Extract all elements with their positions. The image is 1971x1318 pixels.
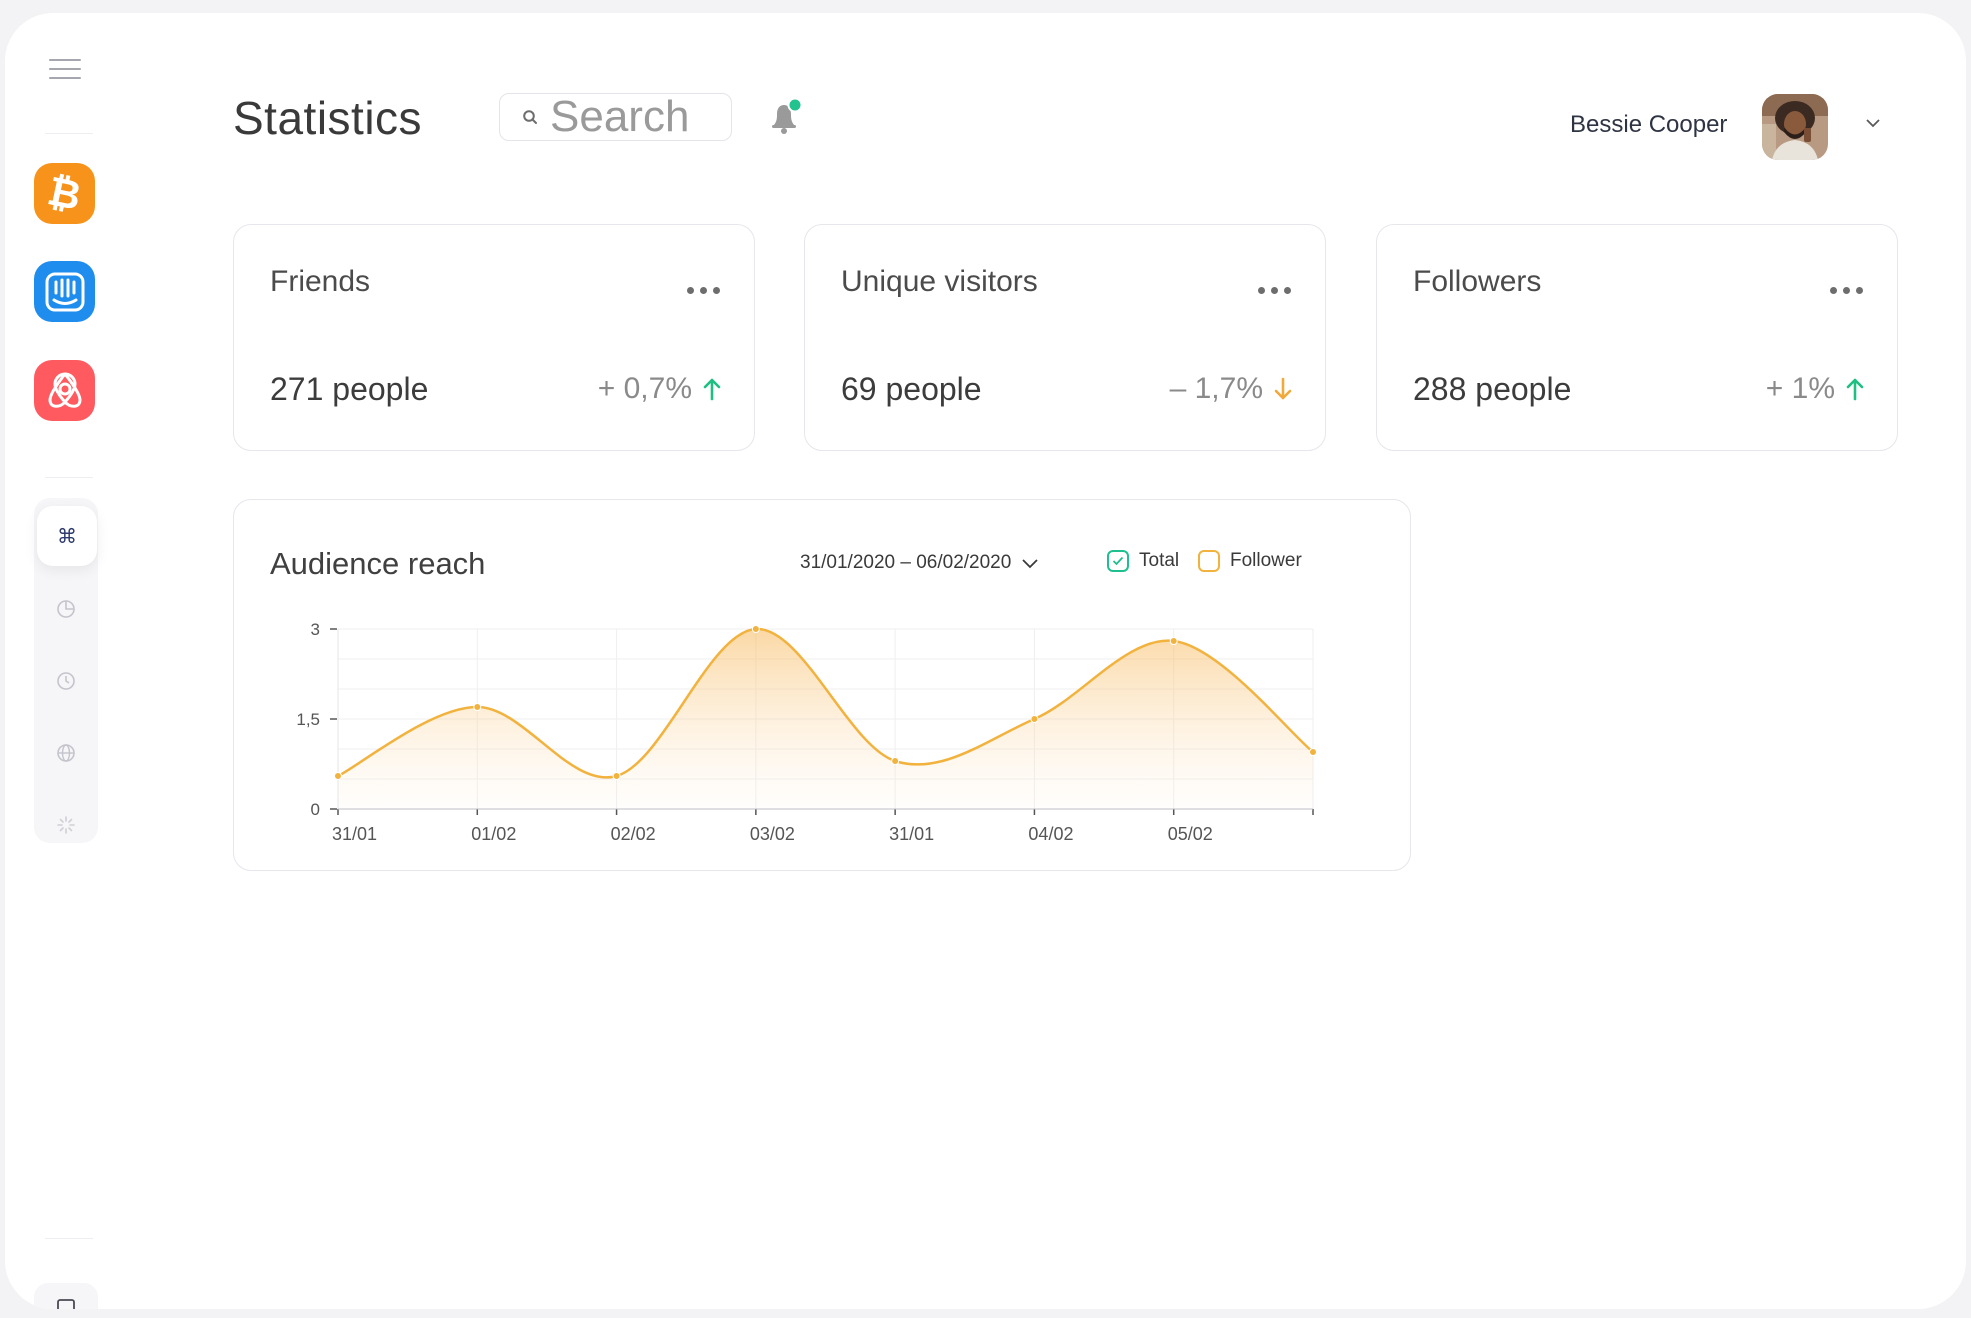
square-icon xyxy=(57,1299,75,1309)
data-point xyxy=(473,703,482,711)
airbnb-app-icon[interactable] xyxy=(34,360,95,421)
stat-label: Followers xyxy=(1413,265,1542,298)
sidebar-divider xyxy=(45,477,93,478)
x-tick-label: 02/02 xyxy=(611,824,656,844)
arrow-down-icon xyxy=(1274,377,1292,400)
chevron-down-icon[interactable] xyxy=(1865,115,1881,133)
legend-label: Follower xyxy=(1230,550,1302,571)
more-options-icon[interactable] xyxy=(1258,281,1291,300)
date-range-picker[interactable]: 31/01/2020 – 06/02/2020 xyxy=(800,552,1039,574)
page-title: Statistics xyxy=(233,92,423,144)
x-tick-label: 31/01 xyxy=(889,824,934,844)
globe-icon[interactable] xyxy=(34,725,98,781)
sidebar-divider xyxy=(45,133,93,134)
clock-icon[interactable] xyxy=(34,653,98,709)
y-tick-label: 1,5 xyxy=(296,710,320,729)
avatar[interactable] xyxy=(1762,94,1828,160)
settings-button[interactable] xyxy=(34,1283,98,1309)
x-tick-label: 05/02 xyxy=(1168,824,1213,844)
search-input[interactable] xyxy=(550,92,710,142)
stat-change: + 0,7% xyxy=(598,372,722,406)
x-tick-label: 01/02 xyxy=(471,824,516,844)
stat-value: 288 people xyxy=(1413,371,1572,407)
chevron-down-icon xyxy=(1022,558,1038,568)
stat-value: 271 people xyxy=(270,371,429,407)
data-point xyxy=(1030,715,1039,723)
legend-label: Total xyxy=(1139,550,1180,571)
y-tick-label: 3 xyxy=(311,620,320,639)
data-point xyxy=(751,625,760,633)
sidebar-divider xyxy=(45,1238,93,1239)
user-name: Bessie Cooper xyxy=(1570,111,1728,138)
data-point xyxy=(1169,637,1178,645)
search-icon xyxy=(522,109,538,125)
legend-total-checkbox[interactable]: Total xyxy=(1107,550,1179,572)
data-point xyxy=(334,772,342,780)
intercom-app-icon[interactable] xyxy=(34,261,95,322)
checkbox-unchecked-icon xyxy=(1198,550,1220,572)
data-point xyxy=(891,757,900,765)
stat-change: – 1,7% xyxy=(1170,372,1293,406)
hamburger-menu-icon[interactable] xyxy=(49,59,81,89)
more-options-icon[interactable] xyxy=(1830,281,1863,300)
x-tick-label: 03/02 xyxy=(750,824,795,844)
stat-change-text: + 0,7% xyxy=(597,372,692,405)
checkbox-checked-icon xyxy=(1107,550,1129,572)
date-range-text: 31/01/2020 – 06/02/2020 xyxy=(800,552,1012,573)
pie-chart-icon[interactable] xyxy=(34,581,98,637)
app-window: ₿ ⌘ Statistics Search Bessie Cooper Frie… xyxy=(5,13,1966,1309)
stat-card-unique-visitors: Unique visitors 69 people – 1,7% xyxy=(804,224,1326,451)
bitcoin-app-icon[interactable]: ₿ xyxy=(34,163,95,224)
y-tick-label: 0 xyxy=(311,800,320,819)
notification-bell-icon[interactable] xyxy=(768,97,804,137)
stat-label: Unique visitors xyxy=(841,265,1038,298)
arrow-up-icon xyxy=(703,378,721,401)
audience-reach-card: 0 1,5 3 31/01 01/02 02/02 03/02 31/01 04/02 05/02… xyxy=(233,499,1411,871)
x-tick-label: 31/01 xyxy=(332,824,377,844)
stat-value: 69 people xyxy=(841,371,982,407)
more-options-icon[interactable] xyxy=(687,281,720,300)
data-point xyxy=(1309,748,1317,756)
stat-change-text: + 1% xyxy=(1765,372,1835,405)
arrow-up-icon xyxy=(1846,378,1864,401)
stat-label: Friends xyxy=(270,265,371,298)
chart-title: Audience reach xyxy=(270,546,486,581)
stat-change: + 1% xyxy=(1766,372,1865,406)
stat-card-friends: Friends 271 people + 0,7% xyxy=(233,224,755,451)
stat-card-followers: Followers 288 people + 1% xyxy=(1376,224,1898,451)
legend-follower-checkbox[interactable]: Follower xyxy=(1198,550,1302,572)
search-box[interactable] xyxy=(499,92,732,142)
x-tick-label: 04/02 xyxy=(1028,824,1073,844)
stat-change-text: – 1,7% xyxy=(1169,372,1263,405)
series-area xyxy=(338,628,1313,809)
loader-icon[interactable] xyxy=(34,797,98,853)
data-point xyxy=(612,772,621,780)
command-icon[interactable]: ⌘ xyxy=(37,506,97,566)
